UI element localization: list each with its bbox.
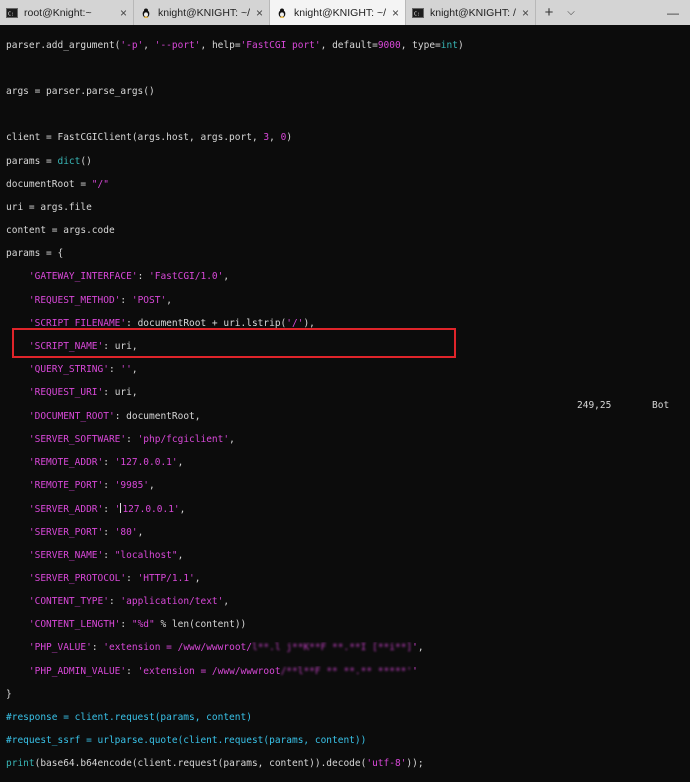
new-tab-button[interactable]: +	[536, 0, 562, 25]
code-line: params = dict()	[6, 155, 92, 167]
code-line: 'REQUEST_URI': uri,	[28, 387, 138, 399]
code-line: 'CONTENT_TYPE': 'application/text',	[28, 596, 230, 608]
code-line: documentRoot = "/"	[6, 178, 109, 190]
code-line: 'PHP_VALUE': 'extension = /www/wwwroot/l…	[28, 642, 424, 654]
code-line: 'GATEWAY_INTERFACE': 'FastCGI/1.0',	[28, 271, 230, 283]
code-line: args = parser.parse_args()	[6, 85, 155, 97]
code-line: 'SERVER_ADDR': ' 127.0.0.1',	[28, 503, 186, 515]
code-line: 'SERVER_PORT': '80',	[28, 526, 144, 538]
code-line: 'PHP_ADMIN_VALUE': 'extension = /www/www…	[28, 665, 418, 677]
tab-knight-fpm-2-active[interactable]: knight@KNIGHT: ~/fpm ×	[270, 0, 406, 25]
redacted-text: l**.l j**K**F **.**I [**i**]	[251, 642, 413, 654]
tab-knight-fpm-1[interactable]: knight@KNIGHT: ~/fpm ×	[134, 0, 270, 25]
code-line: 'DOCUMENT_ROOT': documentRoot,	[28, 410, 201, 422]
code-line: 'REMOTE_PORT': '9985',	[28, 480, 155, 492]
linux-tux-icon	[142, 8, 150, 18]
svg-text:C:: C:	[8, 11, 14, 17]
tab-label: knight@KNIGHT: ~/fpm	[294, 6, 386, 19]
code-line-comment: #response = client.request(params, conte…	[6, 712, 252, 724]
cursor-position: 249,25	[577, 400, 612, 411]
code-line: 'REQUEST_METHOD': 'POST',	[28, 294, 172, 306]
code-line: uri = args.file	[6, 201, 92, 213]
cmd-icon: C:	[6, 7, 18, 18]
svg-text:C:: C:	[414, 11, 420, 17]
scrollbar[interactable]	[685, 26, 689, 414]
tab-label: knight@KNIGHT: /mnt/e/Pr	[430, 6, 516, 19]
tab-knight-mnt[interactable]: C: knight@KNIGHT: /mnt/e/Pr ×	[406, 0, 536, 25]
code-line: 'CONTENT_LENGTH': "%d" % len(content))	[28, 619, 247, 631]
code-line: 'SERVER_SOFTWARE': 'php/fcgiclient',	[28, 433, 235, 445]
scroll-indicator: Bot	[652, 400, 670, 411]
code-line-comment: #request_ssrf = urlparse.quote(client.re…	[6, 735, 367, 747]
cmd-icon: C:	[412, 7, 424, 18]
redacted-text: /**l**F ** **.** *****'	[280, 665, 413, 677]
code-line: }	[6, 688, 12, 700]
code-line: content = args.code	[6, 225, 115, 237]
tab-label: root@Knight:~	[24, 6, 92, 19]
tab-label: knight@KNIGHT: ~/fpm	[158, 6, 250, 19]
code-line: print(base64.b64encode(client.request(pa…	[6, 758, 424, 770]
tab-close-icon[interactable]: ×	[522, 6, 529, 20]
minimize-button[interactable]: —	[656, 0, 690, 25]
tab-dropdown-button[interactable]: ⌵	[562, 0, 580, 25]
tab-bar: C: root@Knight:~ × knight@KNIGHT: ~/fpm …	[0, 0, 690, 25]
tab-close-icon[interactable]: ×	[392, 6, 399, 20]
code-line: params = {	[6, 248, 64, 260]
code-line: 'SERVER_NAME': "localhost",	[28, 549, 184, 561]
code-line: 'SERVER_PROTOCOL': 'HTTP/1.1',	[28, 572, 201, 584]
code-line: 'REMOTE_ADDR': '127.0.0.1',	[28, 456, 184, 468]
linux-tux-icon	[278, 8, 286, 18]
tab-close-icon[interactable]: ×	[120, 6, 127, 20]
code-line: 'QUERY_STRING': '',	[28, 364, 138, 376]
tab-close-icon[interactable]: ×	[256, 6, 263, 20]
code-line: parser.add_argument('-p', '--port', help…	[6, 39, 464, 51]
text-cursor	[120, 503, 122, 514]
red-highlight-box	[12, 328, 456, 358]
tab-root-knight[interactable]: C: root@Knight:~ ×	[0, 0, 134, 25]
code-line: client = FastCGIClient(args.host, args.p…	[6, 132, 293, 144]
